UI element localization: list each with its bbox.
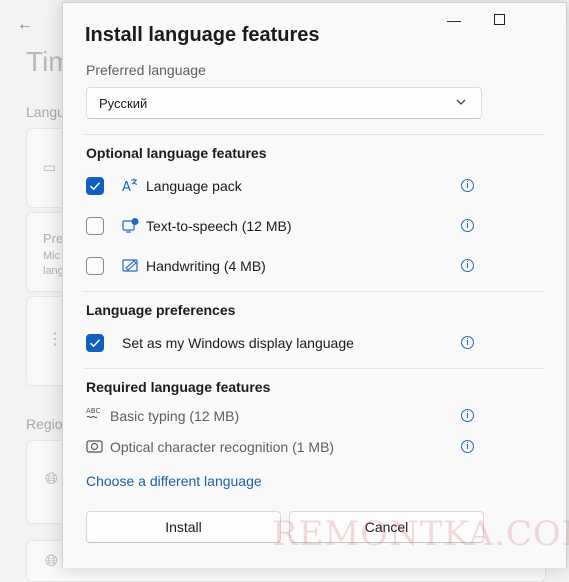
preferred-language-value: Русский [99,96,148,111]
info-icon[interactable] [461,409,474,422]
optional-features-title: Optional language features [86,145,267,161]
handwriting-checkbox[interactable] [86,257,104,275]
install-button[interactable]: Install [86,511,281,543]
globe-icon: 🌐︎ [45,471,58,488]
preferred-language-label: Preferred language [86,62,206,78]
card-text-line: Pre [43,231,64,246]
info-icon[interactable] [461,179,474,192]
back-arrow-icon[interactable]: ← [14,14,36,36]
display-language-label: Set as my Windows display language [122,335,354,351]
text-to-speech-icon [122,218,139,233]
info-icon[interactable] [461,219,474,232]
install-language-features-dialog: — Install language features Preferred la… [62,2,567,568]
region-section-header: Regio [26,416,63,432]
monitor-icon: ▭ [43,159,57,175]
checkmark-icon [89,339,101,348]
handwriting-label: Handwriting (4 MB) [146,258,266,274]
divider [83,134,545,135]
divider [83,368,545,369]
display-language-checkbox[interactable] [86,334,104,352]
choose-different-language-link[interactable]: Choose a different language [86,473,262,489]
divider [83,291,545,292]
required-features-title: Required language features [86,379,271,395]
text-to-speech-label: Text-to-speech (12 MB) [146,218,292,234]
language-section-header: Langu [26,104,65,120]
preferred-language-select[interactable]: Русский [86,87,482,119]
language-pack-checkbox[interactable] [86,177,104,195]
dialog-title: Install language features [85,24,320,46]
option-display-language[interactable]: Set as my Windows display language [86,332,476,356]
basic-typing-label: Basic typing (12 MB) [110,408,240,424]
basic-typing-icon: ABC [86,407,100,419]
option-text-to-speech[interactable]: Text-to-speech (12 MB) [86,215,476,239]
maximize-icon [493,14,505,26]
option-language-pack[interactable]: A Language pack [86,175,476,199]
ocr-icon [86,440,103,453]
svg-text:A: A [122,180,131,195]
ocr-label: Optical character recognition (1 MB) [110,439,335,455]
info-icon[interactable] [461,259,474,272]
watermark: REMONTKA.COM [272,514,569,554]
card-text-line: Mic [43,250,61,262]
checkmark-icon [89,182,101,191]
minimize-button[interactable]: — [439,9,469,31]
maximize-button[interactable] [484,9,514,31]
option-handwriting[interactable]: Handwriting (4 MB) [86,255,476,279]
chevron-down-icon [456,99,466,105]
text-to-speech-checkbox[interactable] [86,217,104,235]
info-icon[interactable] [461,440,474,453]
card-text-line: lang [43,265,64,277]
language-preferences-title: Language preferences [86,302,236,318]
svg-text:ABC: ABC [86,407,100,415]
language-pack-icon: A [122,178,138,195]
info-icon[interactable] [461,336,474,349]
handwriting-icon [122,259,138,272]
language-pack-label: Language pack [146,178,242,194]
globe-icon: 🌐︎ [45,553,58,570]
